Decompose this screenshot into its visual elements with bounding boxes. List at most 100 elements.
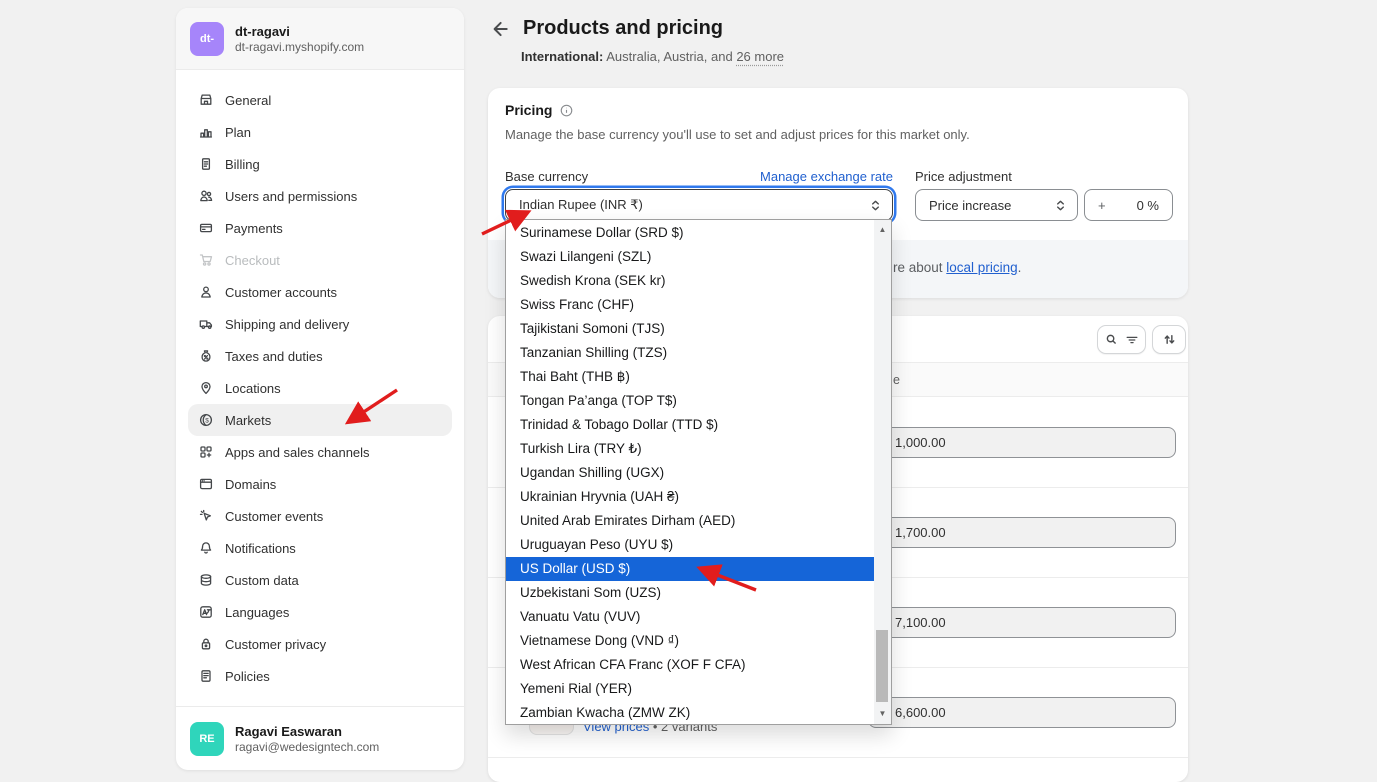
sidebar-item-plan[interactable]: Plan — [188, 116, 452, 148]
scroll-down-icon[interactable]: ▼ — [874, 706, 891, 722]
percent-sign-prefix: + — [1098, 198, 1106, 213]
users-icon — [198, 188, 214, 204]
scroll-up-icon[interactable]: ▲ — [874, 222, 891, 238]
person-icon — [198, 284, 214, 300]
price-input[interactable] — [868, 427, 1176, 458]
info-icon[interactable] — [559, 103, 574, 118]
currency-option[interactable]: Swazi Lilangeni (SZL) — [506, 245, 874, 269]
dropdown-scrollbar[interactable]: ▲ ▼ — [874, 220, 891, 724]
sidebar-item-label: Apps and sales channels — [225, 445, 370, 460]
sidebar-item-label: General — [225, 93, 271, 108]
pin-icon — [198, 380, 214, 396]
price-input[interactable] — [868, 607, 1176, 638]
price-adjustment-percent-input[interactable]: + 0 % — [1084, 189, 1173, 221]
currency-option[interactable]: Vietnamese Dong (VND ₫) — [506, 629, 874, 653]
sidebar-item-custom-data[interactable]: Custom data — [188, 564, 452, 596]
sidebar-item-locations[interactable]: Locations — [188, 372, 452, 404]
sidebar-item-label: Billing — [225, 157, 260, 172]
pricing-card-title: Pricing — [505, 102, 552, 118]
sidebar-item-apps-sales-channels[interactable]: Apps and sales channels — [188, 436, 452, 468]
sidebar-item-label: Customer events — [225, 509, 323, 524]
user-footer[interactable]: RE Ragavi Easwaran ragavi@wedesigntech.c… — [176, 706, 464, 770]
sidebar-item-label: Policies — [225, 669, 270, 684]
user-email: ragavi@wedesigntech.com — [235, 740, 379, 755]
bell-icon — [198, 540, 214, 556]
currency-option[interactable]: Tongan Pa’anga (TOP T$) — [506, 389, 874, 413]
currency-option[interactable]: Zambian Kwacha (ZMW ZK) — [506, 701, 874, 725]
shopify-settings-page: dt- dt-ragavi dt-ragavi.myshopify.com Ge… — [0, 0, 1377, 782]
database-icon — [198, 572, 214, 588]
sidebar-item-languages[interactable]: Languages — [188, 596, 452, 628]
price-input[interactable] — [868, 697, 1176, 728]
sidebar-item-label: Payments — [225, 221, 283, 236]
currency-option[interactable]: Trinidad & Tobago Dollar (TTD $) — [506, 413, 874, 437]
sidebar-item-label: Languages — [225, 605, 289, 620]
subtitle-text: Australia, Austria, and — [603, 49, 736, 64]
base-currency-select[interactable]: Indian Rupee (INR ₹) — [505, 189, 893, 221]
currency-option[interactable]: Ugandan Shilling (UGX) — [506, 461, 874, 485]
pricing-description: Manage the base currency you'll use to s… — [505, 127, 970, 142]
banner-period: . — [1018, 260, 1022, 275]
sidebar-item-taxes-duties[interactable]: Taxes and duties — [188, 340, 452, 372]
currency-option[interactable]: Ukrainian Hryvnia (UAH ₴) — [506, 485, 874, 509]
truck-icon — [198, 316, 214, 332]
sidebar-item-notifications[interactable]: Notifications — [188, 532, 452, 564]
base-currency-label: Base currency — [505, 169, 588, 184]
manage-exchange-rate-link[interactable]: Manage exchange rate — [760, 169, 893, 184]
currency-option[interactable]: Swedish Krona (SEK kr) — [506, 269, 874, 293]
sidebar-item-shipping-delivery[interactable]: Shipping and delivery — [188, 308, 452, 340]
currency-option[interactable]: Surinamese Dollar (SRD $) — [506, 221, 874, 245]
currency-option[interactable]: Tajikistani Somoni (TJS) — [506, 317, 874, 341]
sidebar-item-billing[interactable]: Billing — [188, 148, 452, 180]
document-icon — [198, 668, 214, 684]
sidebar-item-label: Customer privacy — [225, 637, 326, 652]
sidebar-item-label: Taxes and duties — [225, 349, 323, 364]
currency-option[interactable]: Tanzanian Shilling (TZS) — [506, 341, 874, 365]
sidebar-item-customer-privacy[interactable]: Customer privacy — [188, 628, 452, 660]
select-updown-icon — [869, 198, 882, 213]
currency-option[interactable]: Uzbekistani Som (UZS) — [506, 581, 874, 605]
sidebar-item-label: Plan — [225, 125, 251, 140]
scrollbar-thumb[interactable] — [876, 630, 888, 702]
search-filter-button[interactable] — [1097, 325, 1146, 354]
price-input[interactable] — [868, 517, 1176, 548]
sidebar-item-payments[interactable]: Payments — [188, 212, 452, 244]
currency-option[interactable]: Uruguayan Peso (UYU $) — [506, 533, 874, 557]
sidebar-item-customer-events[interactable]: Customer events — [188, 500, 452, 532]
currency-option[interactable]: United Arab Emirates Dirham (AED) — [506, 509, 874, 533]
sidebar-item-policies[interactable]: Policies — [188, 660, 452, 692]
currency-option-selected[interactable]: US Dollar (USD $) — [506, 557, 874, 581]
local-pricing-link[interactable]: local pricing — [946, 260, 1017, 275]
page-title: Products and pricing — [523, 17, 723, 40]
sort-button[interactable] — [1152, 325, 1186, 354]
currency-option[interactable]: Swiss Franc (CHF) — [506, 293, 874, 317]
currency-option[interactable]: Vanuatu Vatu (VUV) — [506, 605, 874, 629]
subtitle-more-link[interactable]: 26 more — [736, 49, 784, 64]
billing-icon — [198, 156, 214, 172]
currency-options-list: Surinamese Dollar (SRD $) Swazi Lilangen… — [506, 221, 874, 725]
currency-option[interactable]: Thai Baht (THB ฿) — [506, 365, 874, 389]
globe-dollar-icon: $ — [198, 412, 214, 428]
svg-text:$: $ — [205, 417, 209, 424]
price-adjustment-type-select[interactable]: Price increase — [915, 189, 1078, 221]
price-adjustment-label: Price adjustment — [915, 169, 1012, 184]
back-button[interactable] — [488, 18, 510, 40]
store-header[interactable]: dt- dt-ragavi dt-ragavi.myshopify.com — [176, 8, 464, 70]
tax-icon — [198, 348, 214, 364]
sidebar-item-customer-accounts[interactable]: Customer accounts — [188, 276, 452, 308]
sidebar-item-users-permissions[interactable]: Users and permissions — [188, 180, 452, 212]
sidebar-item-markets[interactable]: $ Markets — [188, 404, 452, 436]
page-header: Products and pricing — [488, 17, 723, 40]
select-updown-icon — [1054, 198, 1067, 213]
user-name: Ragavi Easwaran — [235, 723, 379, 740]
currency-option[interactable]: Turkish Lira (TRY ₺) — [506, 437, 874, 461]
currency-option[interactable]: West African CFA Franc (XOF F CFA) — [506, 653, 874, 677]
settings-sidebar: dt- dt-ragavi dt-ragavi.myshopify.com Ge… — [176, 8, 464, 770]
lock-icon — [198, 636, 214, 652]
sidebar-item-general[interactable]: General — [188, 84, 452, 116]
sidebar-item-domains[interactable]: Domains — [188, 468, 452, 500]
currency-option[interactable]: Yemeni Rial (YER) — [506, 677, 874, 701]
apps-icon — [198, 444, 214, 460]
price-column-header-fragment: e — [893, 373, 900, 387]
cart-icon — [198, 252, 214, 268]
